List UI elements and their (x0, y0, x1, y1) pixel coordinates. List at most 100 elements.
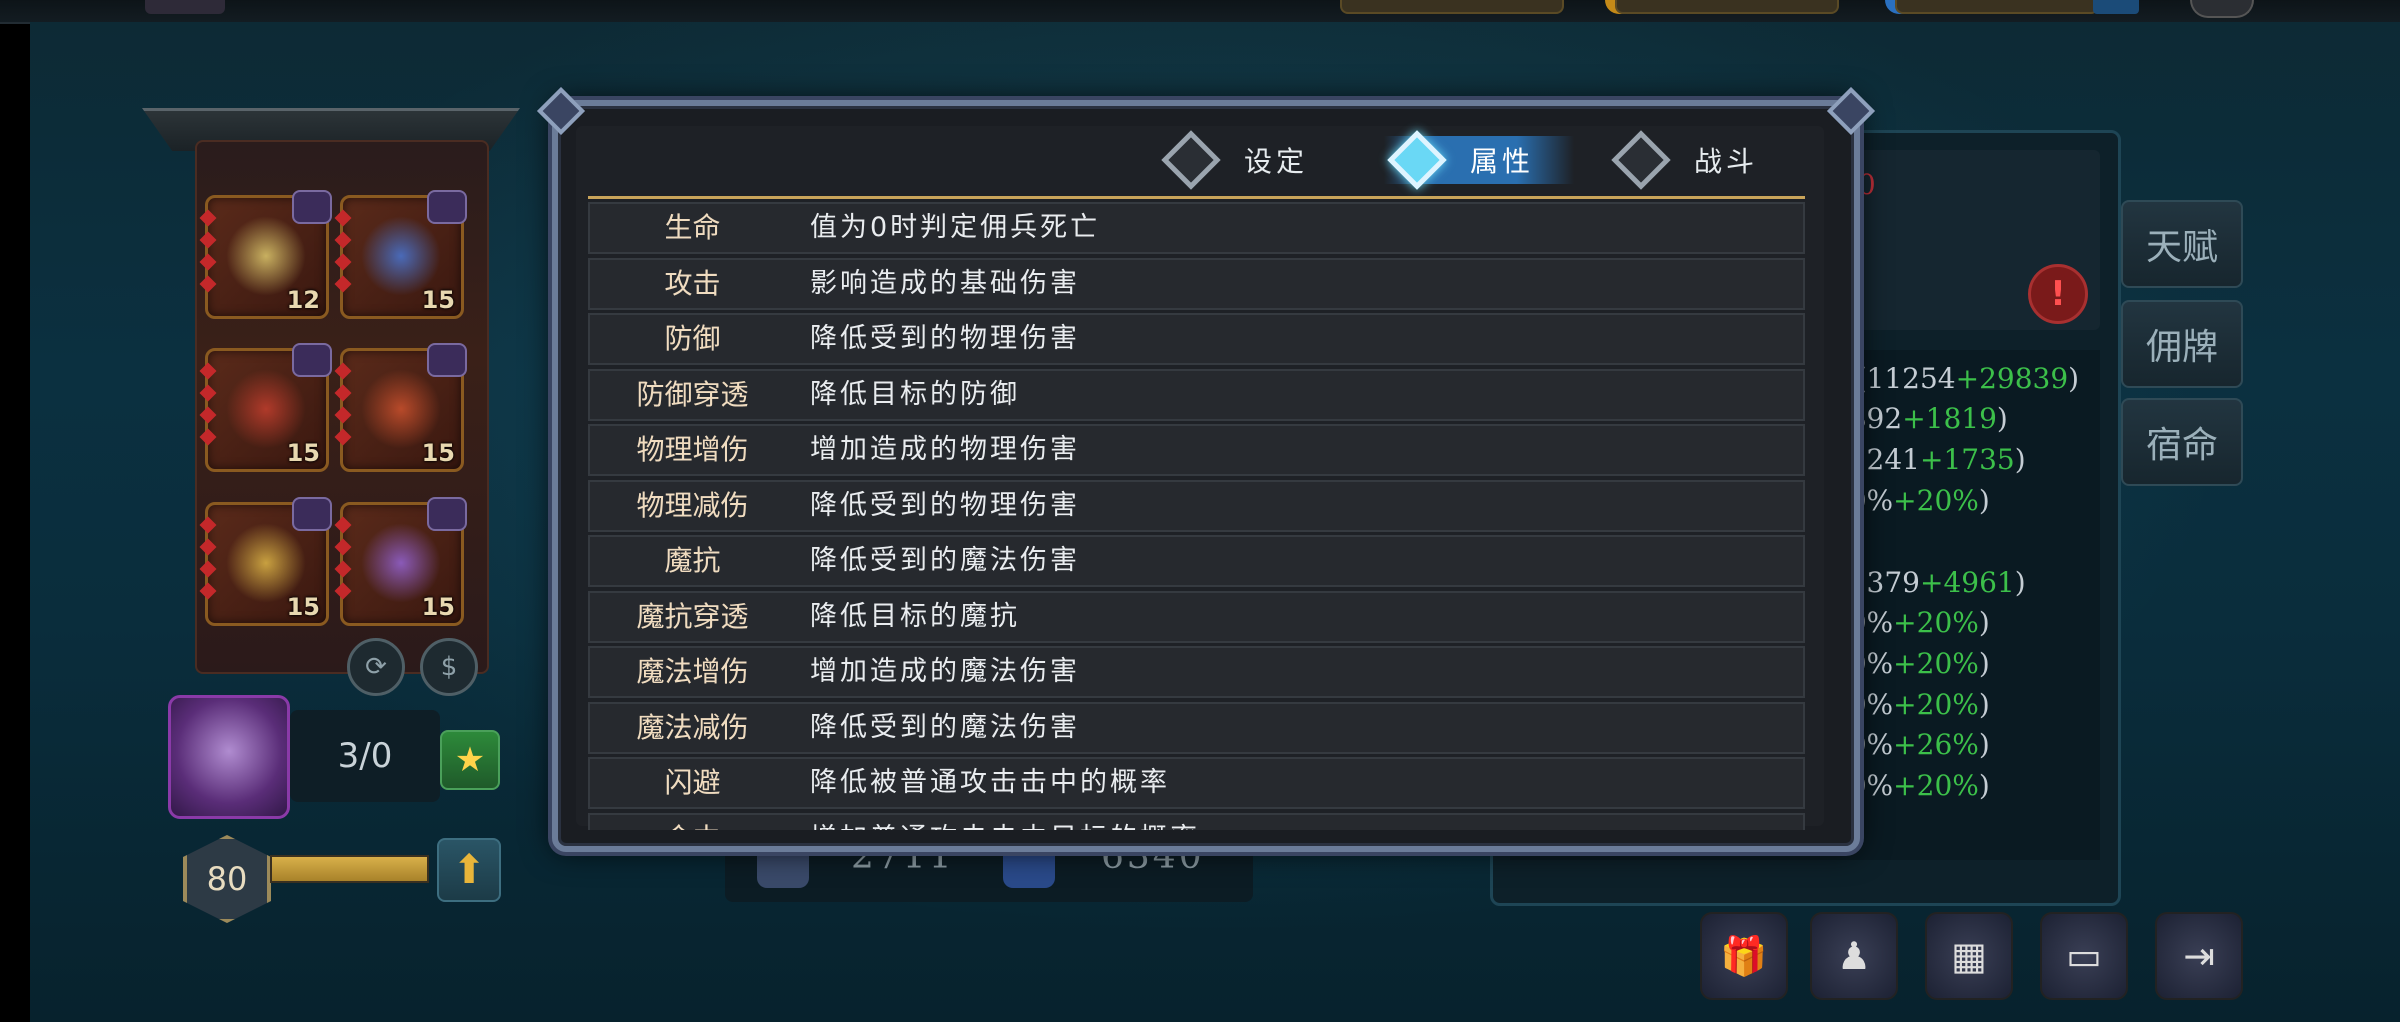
attribute-name: 防御穿透 (636, 377, 749, 411)
attribute-row: 魔法减伤 降低受到的魔法伤害 (588, 701, 1805, 754)
chess-icon[interactable]: ♟ (1810, 912, 1898, 1000)
attribute-name: 命中 (590, 815, 795, 831)
attribute-row: 物理增伤 增加造成的物理伤害 (588, 424, 1805, 476)
attribute-name: 攻击 (664, 266, 721, 300)
stat-end: ) (1978, 606, 1990, 639)
rank-badge-icon (292, 343, 332, 377)
attribute-row: 命中增加普通攻击击中目标的概率 (588, 812, 1805, 831)
attribute-description: 影响造成的基础伤害 (810, 267, 1080, 299)
tab-attributes[interactable]: 属性 (1384, 130, 1574, 190)
armor-icon (226, 369, 306, 449)
diamond-icon (1387, 130, 1447, 190)
attribute-name: 闪避 (664, 766, 721, 799)
stat-bonus: +20% (1893, 688, 1979, 721)
tab-destiny[interactable]: 宿命 (2121, 398, 2243, 486)
level-progress-bar (270, 855, 429, 883)
bag-icon[interactable]: $ (420, 638, 478, 696)
attribute-row: 防御 降低受到的物理伤害 (588, 313, 1805, 365)
attribute-description: 降低目标的魔抗 (810, 600, 1020, 632)
diamond-icon (1161, 130, 1221, 190)
level-up-button[interactable]: ⬆ (437, 838, 501, 902)
attribute-description: 降低受到的魔法伤害 (810, 545, 1080, 576)
level-value: 80 (206, 860, 248, 898)
attribute-description-list[interactable]: 生命 值为0时判定佣兵死亡 攻击 影响造成的基础伤害 防御 降低受到的物理伤害 防御穿透 降低… (588, 202, 1805, 830)
stat-end: ) (1996, 402, 2008, 435)
tab-attributes-label: 属性 (1470, 145, 1535, 178)
attribute-description: 增加造成的物理伤害 (810, 434, 1080, 465)
gauntlet-icon (361, 369, 441, 449)
exit-icon[interactable]: ⇥ (2155, 912, 2243, 1000)
attribute-description: 降低目标的防御 (810, 378, 1020, 410)
equipment-slot[interactable]: 12 (199, 190, 332, 319)
equipment-level: 15 (286, 439, 320, 467)
attribute-row: 闪避 降低被普通攻击击中的概率 (588, 757, 1805, 809)
add-resource-button[interactable] (2093, 0, 2139, 14)
tab-settings-label: 设定 (1244, 145, 1309, 178)
count-display: 3/0 (290, 710, 440, 802)
attribute-description: 降低受到的物理伤害 (810, 489, 1080, 521)
wing-accessory-icon (226, 216, 306, 296)
attribute-description: 值为0时判定佣兵死亡 (810, 212, 1101, 243)
tab-card[interactable]: 佣牌 (2121, 300, 2243, 388)
equipment-slot[interactable]: 15 (334, 190, 467, 319)
ring-icon (226, 523, 306, 603)
resource-bar-1 (1340, 0, 1564, 14)
tab-destiny-label: 宿命 (2145, 425, 2218, 466)
rank-badge-icon (292, 190, 332, 224)
resource-bar-3 (1895, 0, 2099, 14)
attribute-description: 增加造成的魔法伤害 (810, 656, 1080, 687)
attribute-row: 魔抗 降低受到的魔法伤害 (588, 535, 1805, 587)
stat-bonus: +20% (1893, 484, 1979, 517)
swap-icon[interactable]: ⟳ (347, 638, 405, 696)
equipment-slot[interactable]: 15 (199, 343, 332, 472)
equipment-level: 12 (286, 286, 320, 314)
equipment-level: 15 (286, 593, 320, 621)
star-upgrade-button[interactable]: ★ (440, 730, 500, 790)
equipment-level: 15 (421, 286, 455, 314)
stat-end: ) (1978, 769, 1990, 802)
stat-bonus: +26% (1893, 728, 1979, 761)
stat-end: ) (1978, 728, 1990, 761)
stat-end: ) (2014, 566, 2026, 599)
stat-end: ) (1978, 484, 1990, 517)
tab-battle-label: 战斗 (1694, 145, 1759, 178)
count-value: 3/0 (337, 736, 393, 776)
tab-card-label: 佣牌 (2145, 327, 2218, 368)
chat-icon[interactable]: ▭ (2040, 912, 2128, 1000)
diamond-icon (1611, 130, 1671, 190)
equipment-slot[interactable]: 15 (199, 497, 332, 626)
cards-icon[interactable]: ▦ (1925, 912, 2013, 1000)
stat-bonus: +1735 (1920, 443, 2015, 476)
tab-settings[interactable]: 设定 (1158, 130, 1348, 190)
attribute-row: 防御穿透 降低目标的防御 (588, 368, 1805, 421)
equipment-slot[interactable]: 15 (334, 497, 467, 626)
attribute-name: 物理增伤 (636, 433, 749, 466)
stat-end: ) (2014, 443, 2026, 476)
gift-icon[interactable]: 🎁 (1700, 912, 1788, 1000)
stat-end: ) (1978, 688, 1990, 721)
menu-round-button[interactable] (2190, 0, 2254, 18)
attribute-name: 物理减伤 (636, 488, 749, 522)
attribute-row: 物理减伤 降低受到的物理伤害 (588, 479, 1805, 532)
attribute-name: 魔抗穿透 (636, 599, 749, 633)
tab-divider (588, 196, 1805, 199)
attribute-name: 魔法减伤 (636, 710, 749, 744)
attribute-row: 生命 值为0时判定佣兵死亡 (588, 202, 1805, 254)
attribute-name: 魔法增伤 (636, 655, 749, 688)
top-bar (0, 0, 2400, 24)
stat-bonus: +4961 (1920, 566, 2015, 599)
tab-talent[interactable]: 天赋 (2121, 200, 2243, 288)
attribute-info-dialog: 设定 属性 战斗 生命 值为0时判定佣兵死亡攻击 影响造成的基础伤害防御 降低受到的物… (536, 86, 1876, 852)
resource-bar-2 (1615, 0, 1839, 14)
back-button[interactable] (145, 0, 225, 14)
rank-badge-icon (427, 343, 467, 377)
attribute-description: 降低被普通攻击击中的概率 (810, 767, 1170, 798)
hero-portrait[interactable] (168, 695, 290, 819)
alert-icon[interactable]: ! (2028, 264, 2088, 324)
attribute-row: 攻击 影响造成的基础伤害 (588, 257, 1805, 310)
stat-bonus: +1819 (1902, 402, 1997, 435)
stat-bonus: +20% (1893, 606, 1979, 639)
equipment-slot[interactable]: 15 (334, 343, 467, 472)
tab-battle[interactable]: 战斗 (1608, 130, 1798, 190)
helmet-icon (361, 216, 441, 296)
